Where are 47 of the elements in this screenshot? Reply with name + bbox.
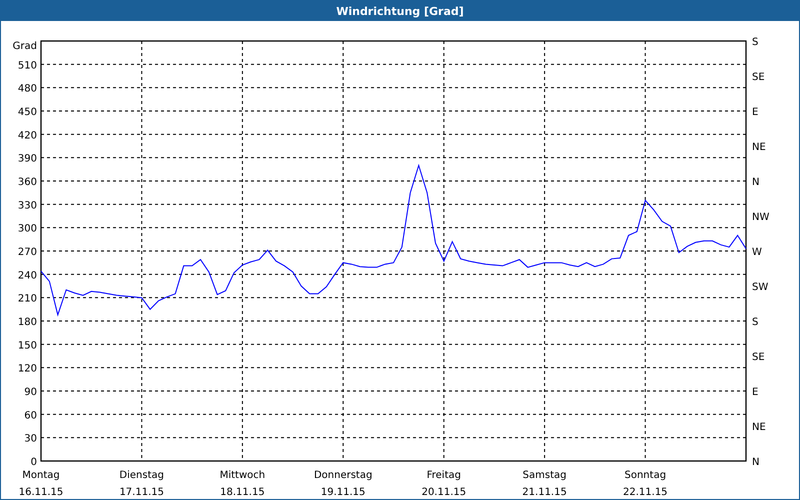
compass-label: S	[752, 37, 758, 48]
axis-tick-label: 90	[24, 387, 37, 398]
day-label: Montag	[22, 470, 60, 481]
axis-tick-label: 480	[18, 84, 37, 95]
compass-label: E	[752, 387, 758, 398]
compass-label: N	[752, 457, 760, 468]
compass-label: S	[752, 317, 758, 328]
compass-label: NW	[752, 212, 770, 223]
axis-tick-label: 150	[18, 340, 37, 352]
axis-tick-label: 360	[18, 177, 37, 188]
axis-tick-label: 450	[18, 107, 37, 118]
axis-tick-label: 420	[18, 130, 37, 142]
window-title: Windrichtung [Grad]	[336, 4, 464, 18]
axis-tick-label: 210	[18, 294, 37, 305]
axis-tick-label: 330	[18, 200, 37, 212]
axis-tick-label: 30	[24, 434, 37, 445]
axis-tick-label: 0	[30, 457, 37, 468]
axis-tick-label: 60	[24, 410, 37, 422]
day-label: Samstag	[522, 470, 566, 481]
compass-label: SW	[752, 282, 768, 293]
date-label: 19.11.15	[320, 487, 366, 498]
date-label: 16.11.15	[18, 487, 64, 498]
axis-tick-label: 120	[18, 364, 37, 375]
compass-label: N	[752, 177, 760, 188]
day-label: Freitag	[426, 470, 461, 481]
axis-tick-label: 390	[18, 154, 37, 165]
compass-label: W	[752, 247, 762, 258]
axis-title: Grad	[12, 41, 37, 52]
date-label: 18.11.15	[220, 487, 265, 498]
compass-label: NE	[752, 422, 766, 433]
day-label: Donnerstag	[314, 470, 372, 481]
axis-tick-label: 300	[18, 224, 37, 235]
day-label: Sonntag	[624, 470, 666, 481]
day-label: Dienstag	[119, 470, 164, 481]
axis-tick-label: 240	[18, 270, 37, 282]
day-label: Mittwoch	[220, 470, 266, 481]
date-label: 22.11.15	[623, 487, 668, 498]
compass-label: NE	[752, 142, 766, 153]
compass-label: SE	[752, 72, 765, 83]
axis-tick-label: 510	[18, 60, 37, 72]
axis-tick-label: 270	[18, 247, 37, 258]
compass-label: E	[752, 107, 758, 118]
date-label: 17.11.15	[119, 487, 164, 498]
axis-tick-label: 180	[18, 317, 37, 328]
date-label: 20.11.15	[422, 487, 466, 498]
compass-label: SE	[752, 352, 765, 363]
date-label: 21.11.15	[522, 487, 567, 498]
